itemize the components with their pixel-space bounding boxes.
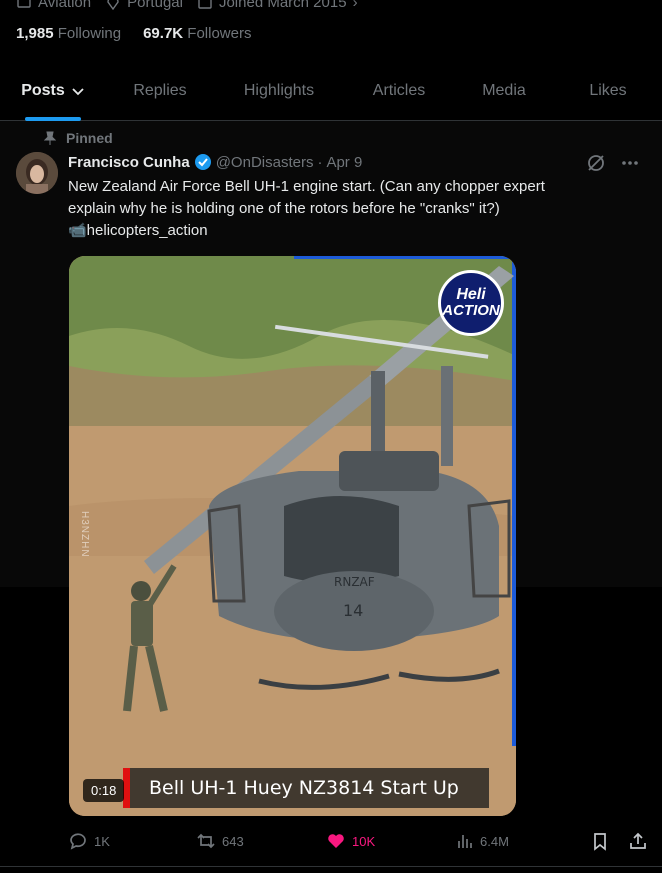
- profile-meta: Aviation Portugal Joined March 2015 ›: [16, 0, 358, 11]
- tweet-stats: 1K 643 10K 6.4M: [68, 828, 648, 854]
- tweet-video[interactable]: RNZAF 14 Heli ACTION H3NZHN Bell UH-1 Hu…: [69, 256, 516, 816]
- views-button[interactable]: 6.4M: [456, 832, 509, 850]
- profile-category: Aviation: [16, 0, 91, 11]
- video-duration: 0:18: [83, 779, 125, 802]
- divider: [0, 866, 662, 867]
- pinned-label: Pinned: [44, 130, 113, 146]
- heli-action-logo: Heli ACTION: [438, 270, 504, 336]
- like-button[interactable]: 10K: [326, 831, 375, 851]
- heart-icon: [328, 834, 344, 848]
- pin-icon: [44, 131, 56, 145]
- tweet-right-actions: [590, 831, 648, 851]
- tweet-date[interactable]: Apr 9: [326, 154, 362, 171]
- reply-icon: [70, 833, 86, 850]
- briefcase-icon: [17, 0, 31, 8]
- tab-posts[interactable]: Posts: [0, 62, 106, 121]
- profile-joined: Joined March 2015 ›: [197, 0, 358, 11]
- video-caption: Bell UH-1 Huey NZ3814 Start Up: [123, 768, 489, 808]
- author-name[interactable]: Francisco Cunha: [68, 154, 190, 171]
- follow-stats: 1,985 Following 69.7K Followers: [16, 25, 251, 42]
- tab-highlights[interactable]: Highlights: [214, 62, 344, 121]
- grok-icon[interactable]: [586, 153, 606, 173]
- tab-replies[interactable]: Replies: [106, 62, 214, 121]
- views-icon: [458, 835, 472, 848]
- reply-button[interactable]: 1K: [68, 831, 110, 851]
- bookmark-icon[interactable]: [590, 831, 610, 851]
- tab-articles[interactable]: Articles: [344, 62, 454, 121]
- avatar[interactable]: [16, 152, 58, 194]
- tweet-header: Francisco Cunha @OnDisasters · Apr 9: [68, 153, 363, 171]
- more-icon[interactable]: [620, 153, 640, 173]
- tail-marking: RNZAF: [334, 575, 375, 589]
- share-icon[interactable]: [628, 831, 648, 851]
- video-frame: RNZAF 14: [69, 256, 516, 816]
- followers-link[interactable]: 69.7K Followers: [143, 25, 251, 42]
- author-handle[interactable]: @OnDisasters: [216, 154, 314, 171]
- tab-likes[interactable]: Likes: [554, 62, 662, 121]
- calendar-icon: [198, 0, 212, 9]
- video-watermark: H3NZHN: [79, 511, 90, 558]
- repost-icon: [197, 833, 215, 849]
- tweet-top-actions: [586, 153, 640, 173]
- caption-accent-bar: [123, 768, 130, 808]
- active-tab-indicator: [25, 116, 81, 121]
- verified-badge-icon: [194, 154, 211, 170]
- nose-number: 14: [343, 601, 363, 620]
- location-icon: [107, 0, 119, 10]
- chevron-right-icon: ›: [352, 0, 358, 11]
- following-link[interactable]: 1,985 Following: [16, 25, 121, 42]
- profile-location: Portugal: [105, 0, 183, 11]
- tab-media[interactable]: Media: [454, 62, 554, 121]
- chevron-down-icon: [72, 88, 84, 96]
- tweet-text: New Zealand Air Force Bell UH-1 engine s…: [68, 178, 545, 239]
- profile-tabs: Posts Replies Highlights Articles Media …: [0, 62, 662, 121]
- repost-button[interactable]: 643: [196, 831, 244, 851]
